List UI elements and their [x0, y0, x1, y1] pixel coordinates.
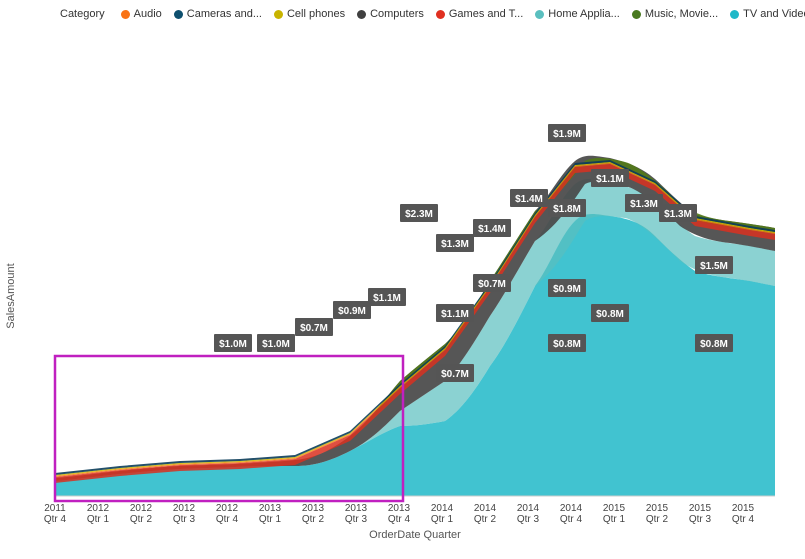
legend-item-games[interactable]: Games and T... [436, 8, 523, 20]
svg-text:Qtr 4: Qtr 4 [732, 514, 755, 525]
y-axis-label: SalesAmount [5, 263, 17, 328]
data-label-4: $0.9M [338, 306, 366, 317]
data-label-18: $0.8M [596, 309, 624, 320]
homeappliances-label: Home Applia... [548, 8, 620, 20]
svg-text:Qtr 1: Qtr 1 [431, 514, 454, 525]
svg-text:Qtr 3: Qtr 3 [517, 514, 540, 525]
data-label-15: $0.9M [553, 284, 581, 295]
audio-dot [121, 10, 130, 19]
tv-label: TV and Video [743, 8, 805, 20]
svg-text:2015: 2015 [732, 503, 755, 514]
svg-text:2015: 2015 [689, 503, 712, 514]
data-label-6: $2.3M [405, 209, 433, 220]
svg-text:Qtr 1: Qtr 1 [259, 514, 282, 525]
svg-text:2014: 2014 [474, 503, 497, 514]
data-label-22: $0.8M [700, 339, 728, 350]
computers-label: Computers [370, 8, 424, 20]
svg-text:Qtr 1: Qtr 1 [603, 514, 626, 525]
data-label-12: $1.4M [515, 194, 543, 205]
svg-text:Qtr 2: Qtr 2 [474, 514, 497, 525]
category-label: Category [60, 8, 105, 20]
svg-text:2011: 2011 [44, 503, 66, 514]
data-label-3: $0.7M [300, 323, 328, 334]
data-label-8: $1.1M [441, 309, 469, 320]
svg-text:Qtr 2: Qtr 2 [302, 514, 325, 525]
music-label: Music, Movie... [645, 8, 718, 20]
cameras-label: Cameras and... [187, 8, 262, 20]
svg-text:Qtr 3: Qtr 3 [345, 514, 368, 525]
data-label-16: $0.8M [553, 339, 581, 350]
svg-text:2012: 2012 [216, 503, 239, 514]
legend-item-tv[interactable]: TV and Video [730, 8, 805, 20]
svg-text:2012: 2012 [87, 503, 110, 514]
legend-item-computers[interactable]: Computers [357, 8, 424, 20]
svg-text:2015: 2015 [646, 503, 669, 514]
svg-text:2013: 2013 [302, 503, 325, 514]
svg-text:Qtr 3: Qtr 3 [173, 514, 196, 525]
audio-label: Audio [134, 8, 162, 20]
chart-container: Category Audio Cameras and... Cell phone… [0, 0, 805, 559]
legend-item-homeappliances[interactable]: Home Applia... [535, 8, 620, 20]
data-label-21: $1.5M [700, 261, 728, 272]
svg-text:2012: 2012 [130, 503, 153, 514]
data-label-14: $1.8M [553, 204, 581, 215]
data-label-7: $1.3M [441, 239, 469, 250]
data-label-17: $1.1M [596, 174, 624, 185]
data-label-2: $1.0M [262, 339, 290, 350]
chart-legend: Category Audio Cameras and... Cell phone… [0, 0, 805, 24]
data-label-20: $1.3M [664, 209, 692, 220]
svg-text:Qtr 2: Qtr 2 [130, 514, 153, 525]
data-label-13: $1.9M [553, 129, 581, 140]
svg-text:2013: 2013 [388, 503, 411, 514]
computers-dot [357, 10, 366, 19]
data-label-11: $0.7M [478, 279, 506, 290]
chart-svg: SalesAmount 2011Qtr 4 2012Qtr 1 2012Qtr … [0, 36, 805, 546]
svg-text:Qtr 2: Qtr 2 [646, 514, 669, 525]
svg-text:2014: 2014 [517, 503, 540, 514]
data-label-9: $0.7M [441, 369, 469, 380]
svg-text:2014: 2014 [560, 503, 583, 514]
data-label-10: $1.4M [478, 224, 506, 235]
cellphones-label: Cell phones [287, 8, 345, 20]
svg-text:2015: 2015 [603, 503, 626, 514]
svg-text:Qtr 4: Qtr 4 [216, 514, 239, 525]
data-label-5: $1.1M [373, 293, 401, 304]
svg-text:2013: 2013 [345, 503, 368, 514]
svg-text:Qtr 4: Qtr 4 [388, 514, 411, 525]
legend-item-cellphones[interactable]: Cell phones [274, 8, 345, 20]
data-label-19: $1.3M [630, 199, 658, 210]
svg-text:Qtr 4: Qtr 4 [44, 514, 67, 525]
tv-dot [730, 10, 739, 19]
cellphones-dot [274, 10, 283, 19]
svg-text:2012: 2012 [173, 503, 196, 514]
x-axis-labels: 2011Qtr 4 2012Qtr 1 2012Qtr 2 2012Qtr 3 … [44, 503, 755, 525]
data-label-1: $1.0M [219, 339, 247, 350]
svg-text:2014: 2014 [431, 503, 454, 514]
games-label: Games and T... [449, 8, 523, 20]
cameras-dot [174, 10, 183, 19]
svg-text:Qtr 1: Qtr 1 [87, 514, 110, 525]
svg-text:2013: 2013 [259, 503, 282, 514]
games-dot [436, 10, 445, 19]
homeappliances-dot [535, 10, 544, 19]
music-dot [632, 10, 641, 19]
legend-item-audio[interactable]: Audio [121, 8, 162, 20]
legend-item-cameras[interactable]: Cameras and... [174, 8, 262, 20]
x-axis-label: OrderDate Quarter [369, 529, 461, 541]
svg-text:Qtr 3: Qtr 3 [689, 514, 712, 525]
svg-text:Qtr 4: Qtr 4 [560, 514, 583, 525]
legend-item-music[interactable]: Music, Movie... [632, 8, 718, 20]
